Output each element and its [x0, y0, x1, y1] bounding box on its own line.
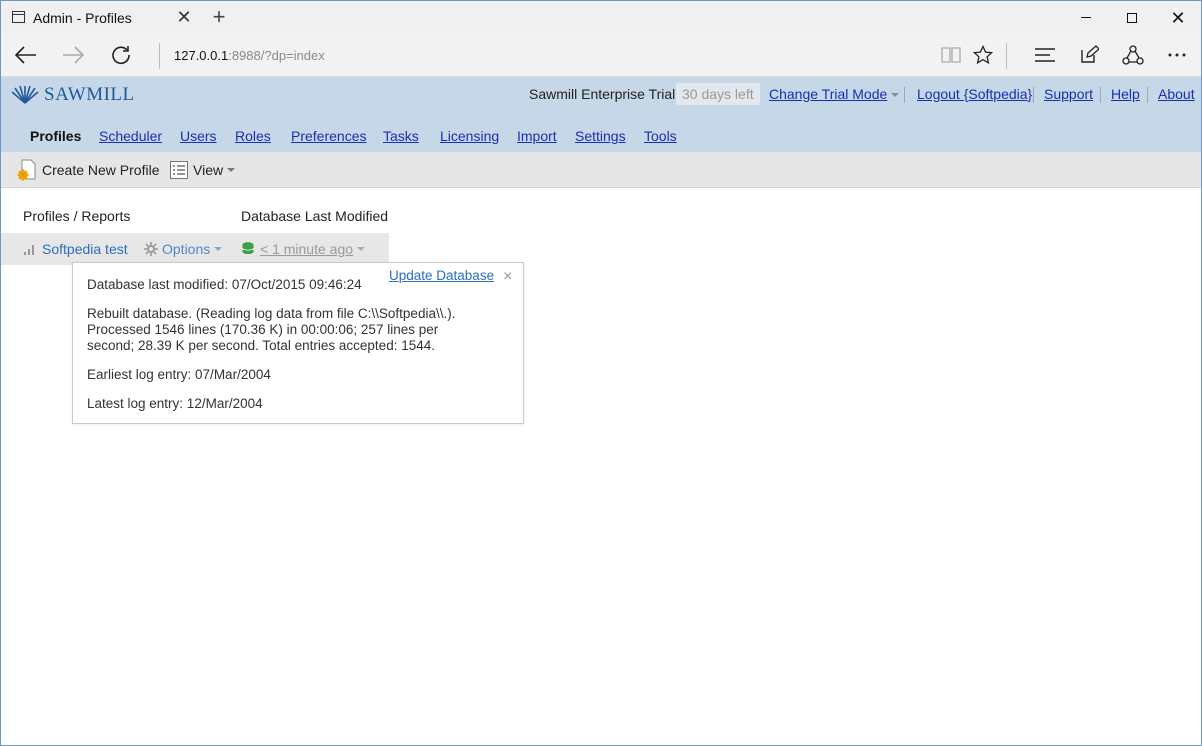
share-button[interactable] [1118, 40, 1148, 70]
more-button[interactable] [1162, 40, 1192, 70]
back-button[interactable] [10, 40, 42, 70]
link-separator [904, 87, 905, 103]
url-host: 127.0.0.1 [174, 48, 229, 63]
nav-profiles[interactable]: Profiles [30, 128, 81, 144]
close-icon: ✕ [1170, 7, 1186, 28]
maximize-button[interactable] [1109, 1, 1155, 34]
more-dots-icon [1168, 53, 1186, 57]
database-info-popup: Update Database × Database last modified… [72, 262, 524, 424]
bar-chart-icon [24, 245, 34, 255]
rebuilt-text-line-2: Processed 1546 lines (170.36 K) in 00:00… [87, 322, 439, 337]
chevron-down-icon [357, 247, 366, 251]
hub-icon [1035, 48, 1055, 62]
db-modified-text: Database last modified: 07/Oct/2015 09:4… [87, 277, 362, 292]
new-tab-button[interactable]: + [208, 4, 230, 30]
close-window-button[interactable]: ✕ [1155, 1, 1201, 34]
new-document-icon [17, 159, 36, 181]
nav-roles[interactable]: Roles [235, 128, 271, 144]
forward-button[interactable] [57, 40, 89, 70]
refresh-icon [112, 46, 130, 65]
trial-label: Sawmill Enterprise Trial [529, 86, 676, 102]
browser-tab[interactable]: Admin - Profiles ✕ [1, 1, 201, 34]
db-modified-menu[interactable]: < 1 minute ago [242, 241, 366, 257]
sawmill-logo[interactable]: SAWMILL [10, 84, 135, 106]
web-note-button[interactable] [1074, 40, 1104, 70]
profile-options-menu[interactable]: Options [143, 241, 223, 257]
nav-licensing[interactable]: Licensing [440, 128, 499, 144]
hub-button[interactable] [1030, 40, 1060, 70]
profile-name: Softpedia test [42, 241, 128, 257]
chevron-down-icon [214, 247, 223, 251]
profile-row: Softpedia test Options < 1 minute ago [1, 233, 389, 265]
back-arrow-icon [15, 46, 36, 64]
forward-arrow-icon [63, 46, 84, 64]
reading-view-button[interactable] [936, 40, 966, 70]
column-db-last-modified: Database Last Modified [241, 208, 389, 224]
rebuilt-text-line-3: second; 28.39 K per second. Total entrie… [87, 338, 435, 353]
toolbar-separator [1006, 43, 1007, 69]
maximize-icon [1127, 12, 1137, 23]
link-separator [1147, 87, 1148, 103]
latest-entry-text: Latest log entry: 12/Mar/2004 [87, 396, 263, 411]
title-bar: Admin - Profiles ✕ + ✕ [1, 1, 1201, 34]
minimize-icon [1081, 17, 1091, 18]
update-database-link[interactable]: Update Database [389, 268, 494, 283]
logo-text: SAWMILL [44, 84, 135, 105]
page-icon [12, 11, 25, 23]
url-path: :8988/?dp=index [228, 48, 325, 63]
share-icon [1122, 45, 1144, 65]
database-icon [242, 241, 254, 255]
book-icon [941, 47, 961, 63]
star-icon [973, 45, 993, 65]
pen-note-icon [1081, 45, 1099, 63]
nav-users[interactable]: Users [180, 128, 217, 144]
favorite-button[interactable] [968, 40, 998, 70]
chevron-down-icon [891, 93, 900, 98]
about-link[interactable]: About [1158, 86, 1195, 102]
earliest-entry-text: Earliest log entry: 07/Mar/2004 [87, 367, 271, 382]
logout-link[interactable]: Logout {Softpedia} [917, 86, 1032, 102]
app-header: SAWMILL Sawmill Enterprise Trial 30 days… [1, 77, 1201, 152]
nav-tasks[interactable]: Tasks [383, 128, 419, 144]
create-new-profile-label: Create New Profile [42, 162, 160, 178]
change-trial-mode-label: Change Trial Mode [769, 86, 888, 102]
nav-scheduler[interactable]: Scheduler [99, 128, 162, 144]
link-separator [1100, 87, 1101, 103]
change-trial-mode-link[interactable]: Change Trial Mode [769, 86, 900, 102]
create-new-profile-button[interactable]: Create New Profile [17, 159, 160, 181]
nav-preferences[interactable]: Preferences [291, 128, 366, 144]
logo-fan-icon [11, 86, 39, 104]
link-separator [1033, 87, 1034, 103]
rebuilt-text-line-1: Rebuilt database. (Reading log data from… [87, 306, 456, 321]
days-left-badge: 30 days left [676, 83, 760, 105]
refresh-button[interactable] [105, 40, 137, 70]
nav-tools[interactable]: Tools [644, 128, 677, 144]
address-separator [159, 43, 160, 69]
tab-title: Admin - Profiles [33, 10, 132, 26]
nav-import[interactable]: Import [517, 128, 557, 144]
url-field[interactable]: 127.0.0.1:8988/?dp=index [174, 48, 325, 63]
support-link[interactable]: Support [1044, 86, 1093, 102]
column-profiles-reports: Profiles / Reports [23, 208, 131, 224]
address-bar-row: 127.0.0.1:8988/?dp=index [1, 34, 1201, 77]
view-menu-button[interactable]: View [170, 159, 236, 181]
options-label: Options [162, 241, 211, 257]
chevron-down-icon [227, 168, 236, 172]
close-popup-icon[interactable]: × [503, 268, 512, 286]
db-modified-label: < 1 minute ago [260, 241, 354, 257]
help-link[interactable]: Help [1111, 86, 1140, 102]
list-view-icon [170, 161, 188, 179]
view-label: View [193, 162, 224, 178]
nav-settings[interactable]: Settings [575, 128, 626, 144]
profile-link[interactable]: Softpedia test [23, 241, 128, 257]
profiles-toolbar: Create New Profile View [1, 152, 1201, 188]
minimize-button[interactable] [1063, 1, 1109, 34]
close-tab-icon[interactable]: ✕ [176, 7, 192, 27]
browser-window: Admin - Profiles ✕ + ✕ 127.0.0.1:8988/?d… [0, 0, 1202, 746]
gear-icon [144, 242, 158, 256]
